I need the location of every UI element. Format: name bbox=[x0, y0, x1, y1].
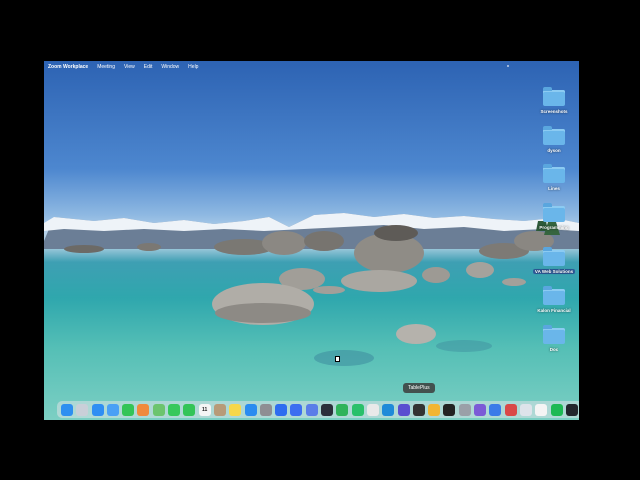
desktop-folder-label: Kalon Financial bbox=[537, 308, 571, 313]
dock-app-chrome-icon[interactable] bbox=[366, 403, 379, 416]
dock-app-contacts-icon[interactable] bbox=[213, 403, 226, 416]
menu-item-view[interactable]: View bbox=[124, 64, 135, 70]
desktop-folder-label: Doc bbox=[549, 347, 559, 352]
folder-icon bbox=[543, 203, 565, 222]
dock-app-app-blue-3-icon[interactable] bbox=[489, 403, 502, 416]
dock-app-app-dark-2-icon[interactable] bbox=[412, 403, 425, 416]
desktop-folder-dyson[interactable]: dyson bbox=[532, 126, 576, 153]
menu-app-name[interactable]: Zoom Workplace bbox=[48, 64, 88, 70]
desktop-folder-label: Lines bbox=[548, 186, 560, 191]
dock-app-mail-icon[interactable] bbox=[106, 403, 119, 416]
desktop-folder-label: VA Web Solutions bbox=[532, 269, 576, 274]
dock-app-photos-icon[interactable] bbox=[137, 403, 150, 416]
desktop-folder-kalon-financial[interactable]: Kalon Financial bbox=[532, 286, 576, 313]
dock-app-app-red-1-icon[interactable] bbox=[504, 403, 517, 416]
dock-app-calendar-icon[interactable]: 11 bbox=[198, 403, 211, 416]
dock-app-app-store-icon[interactable] bbox=[244, 403, 257, 416]
dock-app-vscode-icon[interactable] bbox=[382, 403, 395, 416]
dock-app-notion-icon[interactable] bbox=[535, 403, 548, 416]
dock: 11 bbox=[57, 401, 579, 418]
dock-app-whatsapp-icon[interactable] bbox=[351, 403, 364, 416]
dock-app-system-settings-icon[interactable] bbox=[259, 403, 272, 416]
dock-app-safari-icon[interactable] bbox=[91, 403, 104, 416]
dock-app-app-blue-1-icon[interactable] bbox=[290, 403, 303, 416]
dock-app-app-blue-2-icon[interactable] bbox=[305, 403, 318, 416]
menu-item-edit[interactable]: Edit bbox=[144, 64, 153, 70]
folder-icon bbox=[543, 164, 565, 183]
folder-icon bbox=[543, 87, 565, 106]
dock-app-messages-icon[interactable] bbox=[168, 403, 181, 416]
folder-icon bbox=[543, 325, 565, 344]
dock-app-app-purple-1-icon[interactable] bbox=[397, 403, 410, 416]
dock-tooltip: TablePlus bbox=[403, 383, 435, 393]
dock-app-app-gray-1-icon[interactable] bbox=[458, 403, 471, 416]
desktop-folder-label: dyson bbox=[547, 148, 561, 153]
dock-app-launchpad-icon[interactable] bbox=[76, 403, 89, 416]
dock-app-terminal-icon[interactable] bbox=[443, 403, 456, 416]
lake-rocks bbox=[64, 221, 560, 366]
dock-app-app-dark-3-icon[interactable] bbox=[565, 403, 578, 416]
menu-item-meeting[interactable]: Meeting bbox=[97, 64, 115, 70]
folder-icon bbox=[543, 247, 565, 266]
dock-app-phone-icon[interactable] bbox=[183, 403, 196, 416]
desktop[interactable]: Zoom Workplace Meeting View Edit Window … bbox=[44, 61, 579, 420]
folder-icon bbox=[543, 286, 565, 305]
folder-icon bbox=[543, 126, 565, 145]
dock-app-app-green-1-icon[interactable] bbox=[336, 403, 349, 416]
desktop-folder-va-web-solutions[interactable]: VA Web Solutions bbox=[532, 247, 576, 274]
desktop-folder-doc[interactable]: Doc bbox=[532, 325, 576, 352]
dock-app-app-dark-1-icon[interactable] bbox=[321, 403, 334, 416]
mouse-cursor bbox=[335, 356, 340, 362]
desktop-folder-screenshots[interactable]: Screenshots bbox=[532, 87, 576, 114]
menu-item-help[interactable]: Help bbox=[188, 64, 198, 70]
dock-app-app-light-1-icon[interactable] bbox=[519, 403, 532, 416]
status-dot bbox=[507, 65, 509, 67]
dock-app-maps-icon[interactable] bbox=[152, 403, 165, 416]
dock-app-finder-icon[interactable] bbox=[61, 403, 73, 416]
dock-app-app-purple-2-icon[interactable] bbox=[474, 403, 487, 416]
dock-app-notes-icon[interactable] bbox=[229, 403, 242, 416]
dock-app-spotify-icon[interactable] bbox=[550, 403, 563, 416]
dock-app-tableplus-icon[interactable] bbox=[428, 403, 441, 416]
dock-app-facetime-icon[interactable] bbox=[122, 403, 135, 416]
menu-item-window[interactable]: Window bbox=[161, 64, 179, 70]
desktop-folder-lines[interactable]: Lines bbox=[532, 164, 576, 191]
menu-bar: Zoom Workplace Meeting View Edit Window … bbox=[44, 61, 579, 73]
desktop-folder-programming[interactable]: Programming bbox=[532, 203, 576, 230]
dock-app-zoom-icon[interactable] bbox=[275, 403, 288, 416]
desktop-folder-label: Screenshots bbox=[540, 109, 568, 114]
desktop-folder-label: Programming bbox=[539, 225, 569, 230]
